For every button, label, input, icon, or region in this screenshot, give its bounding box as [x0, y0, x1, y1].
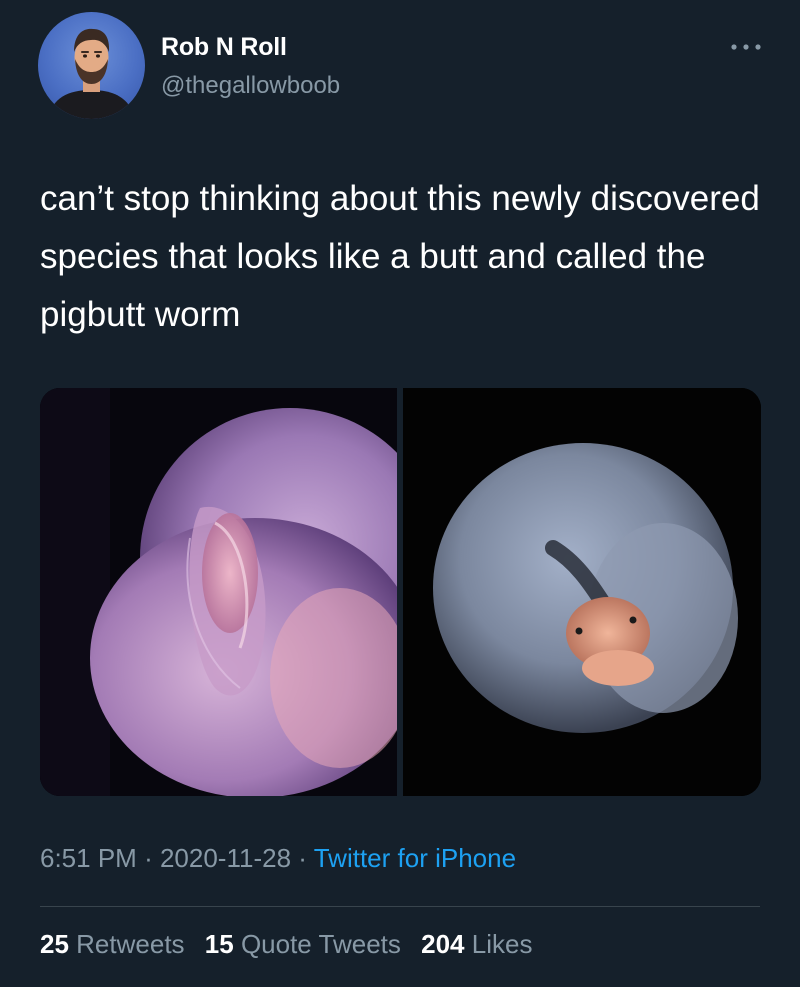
- avatar-illustration: [48, 28, 135, 119]
- tweet-meta: 6:51 PM · 2020-11-28 · Twitter for iPhon…: [40, 843, 516, 874]
- tweet-date[interactable]: 2020-11-28: [160, 843, 291, 873]
- quote-tweets-count: 15: [204, 929, 234, 959]
- likes-label: Likes: [471, 929, 533, 959]
- retweets-count: 25: [40, 929, 69, 959]
- tweet-stats: 25 Retweets 15 Quote Tweets 204 Likes: [40, 929, 545, 960]
- pigbutt-worm-photo-1: [40, 388, 397, 796]
- more-horizontal-icon: [731, 44, 761, 50]
- display-name[interactable]: Rob N Roll: [161, 33, 287, 62]
- retweets-stat[interactable]: 25 Retweets: [40, 929, 185, 959]
- user-handle[interactable]: @thegallowboob: [161, 72, 340, 100]
- quote-tweets-label: Quote Tweets: [240, 929, 401, 959]
- tweet-source-link[interactable]: Twitter for iPhone: [314, 843, 516, 873]
- pigbutt-worm-photo-2: [403, 388, 761, 796]
- media-photo-1[interactable]: [40, 388, 397, 796]
- likes-count: 204: [421, 929, 465, 959]
- more-options-button[interactable]: [728, 40, 764, 54]
- tweet-time[interactable]: 6:51 PM: [40, 843, 137, 873]
- meta-separator: ·: [298, 843, 307, 873]
- quote-tweets-stat[interactable]: 15 Quote Tweets: [205, 929, 401, 959]
- meta-separator: ·: [144, 843, 153, 873]
- tweet-text: can’t stop thinking about this newly dis…: [40, 179, 760, 334]
- tweet-media[interactable]: [40, 388, 761, 796]
- avatar[interactable]: [38, 12, 145, 119]
- likes-stat[interactable]: 204 Likes: [421, 929, 532, 959]
- media-photo-2[interactable]: [403, 388, 761, 796]
- stats-divider: [40, 906, 760, 907]
- retweets-label: Retweets: [76, 929, 185, 959]
